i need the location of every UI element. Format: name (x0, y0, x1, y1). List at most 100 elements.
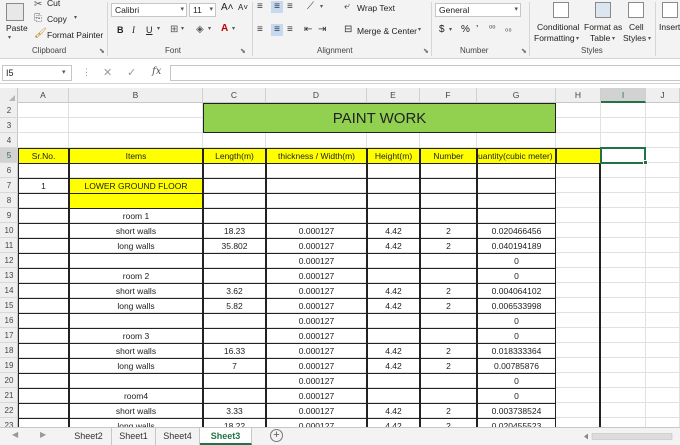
header-length[interactable]: Length(m) (203, 148, 266, 164)
cell-e-18[interactable]: 4.42 (367, 343, 420, 359)
cell-f-13[interactable] (420, 268, 477, 284)
cell-c-16[interactable] (203, 313, 266, 329)
header-height[interactable]: Height(m) (367, 148, 420, 164)
cell-g-6[interactable] (477, 163, 556, 179)
cell-c-11[interactable]: 35.802 (203, 238, 266, 254)
fill-handle[interactable] (643, 160, 648, 165)
cell-f-18[interactable]: 2 (420, 343, 477, 359)
format-painter-button[interactable]: Format Painter (47, 30, 103, 40)
bold-button[interactable]: B (117, 25, 124, 35)
cell-e-21[interactable] (367, 388, 420, 404)
cell-a-6[interactable] (18, 163, 69, 179)
row-header-14[interactable]: 14 (0, 283, 18, 298)
align-right-icon[interactable]: ≡ (287, 24, 293, 36)
cell-g-16[interactable]: 0 (477, 313, 556, 329)
cell-d-13[interactable]: 0.000127 (266, 268, 367, 284)
row-header-15[interactable]: 15 (0, 298, 18, 313)
align-bottom-icon[interactable]: ≡ (287, 1, 293, 13)
cell-f-10[interactable]: 2 (420, 223, 477, 239)
format-painter-icon[interactable]: 🖌 (34, 28, 47, 40)
cell-styles-dropdown-icon[interactable]: ▾ (648, 35, 651, 42)
paste-icon[interactable] (6, 3, 24, 21)
cell-styles-button[interactable]: Cell (629, 22, 644, 32)
cell-f-14[interactable]: 2 (420, 283, 477, 299)
cell-d-8[interactable] (266, 193, 367, 209)
align-center-icon[interactable]: ≡ (271, 24, 283, 36)
formula-input[interactable] (170, 65, 680, 81)
cell-e-7[interactable] (367, 178, 420, 194)
column-header-b[interactable]: B (69, 88, 203, 103)
cell-g-20[interactable]: 0 (477, 373, 556, 389)
copy-icon[interactable]: ⎘ (34, 13, 42, 25)
cell-b-22[interactable]: short walls (69, 403, 203, 419)
row-header-10[interactable]: 10 (0, 223, 18, 238)
cell-a-17[interactable] (18, 328, 69, 344)
paste-button[interactable]: Paste (6, 23, 28, 33)
header-quantity[interactable]: uantity(cubic meter) (477, 148, 556, 164)
cell-styles-icon[interactable] (628, 2, 644, 18)
cell-a-19[interactable] (18, 358, 69, 374)
copy-dropdown-icon[interactable]: ▾ (74, 14, 77, 21)
cell-e-22[interactable]: 4.42 (367, 403, 420, 419)
cell-a-16[interactable] (18, 313, 69, 329)
row-header-18[interactable]: 18 (0, 343, 18, 358)
cell-f-12[interactable] (420, 253, 477, 269)
cell-e-13[interactable] (367, 268, 420, 284)
cell-b-8[interactable] (69, 193, 203, 209)
column-header-f[interactable]: F (420, 88, 477, 103)
align-left-icon[interactable]: ≡ (257, 24, 263, 36)
fill-color-dropdown-icon[interactable]: ▾ (208, 25, 211, 32)
cell-c-19[interactable]: 7 (203, 358, 266, 374)
active-cell-selection[interactable] (600, 147, 646, 164)
cell-f-15[interactable]: 2 (420, 298, 477, 314)
select-all-button[interactable] (0, 88, 18, 103)
cell-e-8[interactable] (367, 193, 420, 209)
orientation-icon[interactable]: ⟋ (307, 1, 314, 13)
cell-g-10[interactable]: 0.020466456 (477, 223, 556, 239)
chevron-down-icon[interactable]: ▾ (62, 68, 66, 76)
cell-e-9[interactable] (367, 208, 420, 224)
cell-f-17[interactable] (420, 328, 477, 344)
conditional-formatting-icon[interactable] (553, 2, 569, 18)
currency-button[interactable]: $ (439, 24, 445, 35)
cell-d-18[interactable]: 0.000127 (266, 343, 367, 359)
sheet-tab-sheet3[interactable]: Sheet3 (200, 428, 252, 445)
cell-d-20[interactable]: 0.000127 (266, 373, 367, 389)
cell-a-12[interactable] (18, 253, 69, 269)
column-header-e[interactable]: E (367, 88, 420, 103)
align-top-icon[interactable]: ≡ (257, 1, 263, 13)
cell-b-20[interactable] (69, 373, 203, 389)
cell-c-15[interactable]: 5.82 (203, 298, 266, 314)
enter-icon[interactable]: ✓ (127, 66, 136, 79)
cell-b-11[interactable]: long walls (69, 238, 203, 254)
cell-g-17[interactable]: 0 (477, 328, 556, 344)
cell-g-11[interactable]: 0.040194189 (477, 238, 556, 254)
cell-b-6[interactable] (69, 163, 203, 179)
row-header-5[interactable]: 5 (0, 148, 18, 163)
row-header-11[interactable]: 11 (0, 238, 18, 253)
header-number[interactable]: Number (420, 148, 477, 164)
format-as-table-label-2[interactable]: Table (590, 33, 610, 43)
insert-function-button[interactable]: fx (152, 66, 161, 77)
cell-a-21[interactable] (18, 388, 69, 404)
underline-dropdown-icon[interactable]: ▾ (157, 25, 160, 32)
font-color-icon[interactable]: A (221, 23, 228, 35)
cell-a-9[interactable] (18, 208, 69, 224)
cell-g-12[interactable]: 0 (477, 253, 556, 269)
cell-e-15[interactable]: 4.42 (367, 298, 420, 314)
wrap-text-icon[interactable]: ⤶ (344, 1, 350, 13)
cell-d-9[interactable] (266, 208, 367, 224)
cell-a-18[interactable] (18, 343, 69, 359)
font-launcher-icon[interactable]: ⬊ (240, 47, 246, 55)
cell-c-23[interactable]: 18.22 (203, 418, 266, 427)
cell-d-11[interactable]: 0.000127 (266, 238, 367, 254)
row-header-8[interactable]: 8 (0, 193, 18, 208)
merge-center-button[interactable]: Merge & Center (357, 26, 417, 36)
cell-e-19[interactable]: 4.42 (367, 358, 420, 374)
cell-f-23[interactable]: 2 (420, 418, 477, 427)
row-header-23[interactable]: 23 (0, 418, 18, 427)
more-icon[interactable]: ⋮ (82, 67, 91, 78)
decrease-decimal-button[interactable]: ₀₀ (505, 24, 512, 33)
row-header-6[interactable]: 6 (0, 163, 18, 178)
font-family-select[interactable]: Calibri ▾ (111, 3, 187, 17)
